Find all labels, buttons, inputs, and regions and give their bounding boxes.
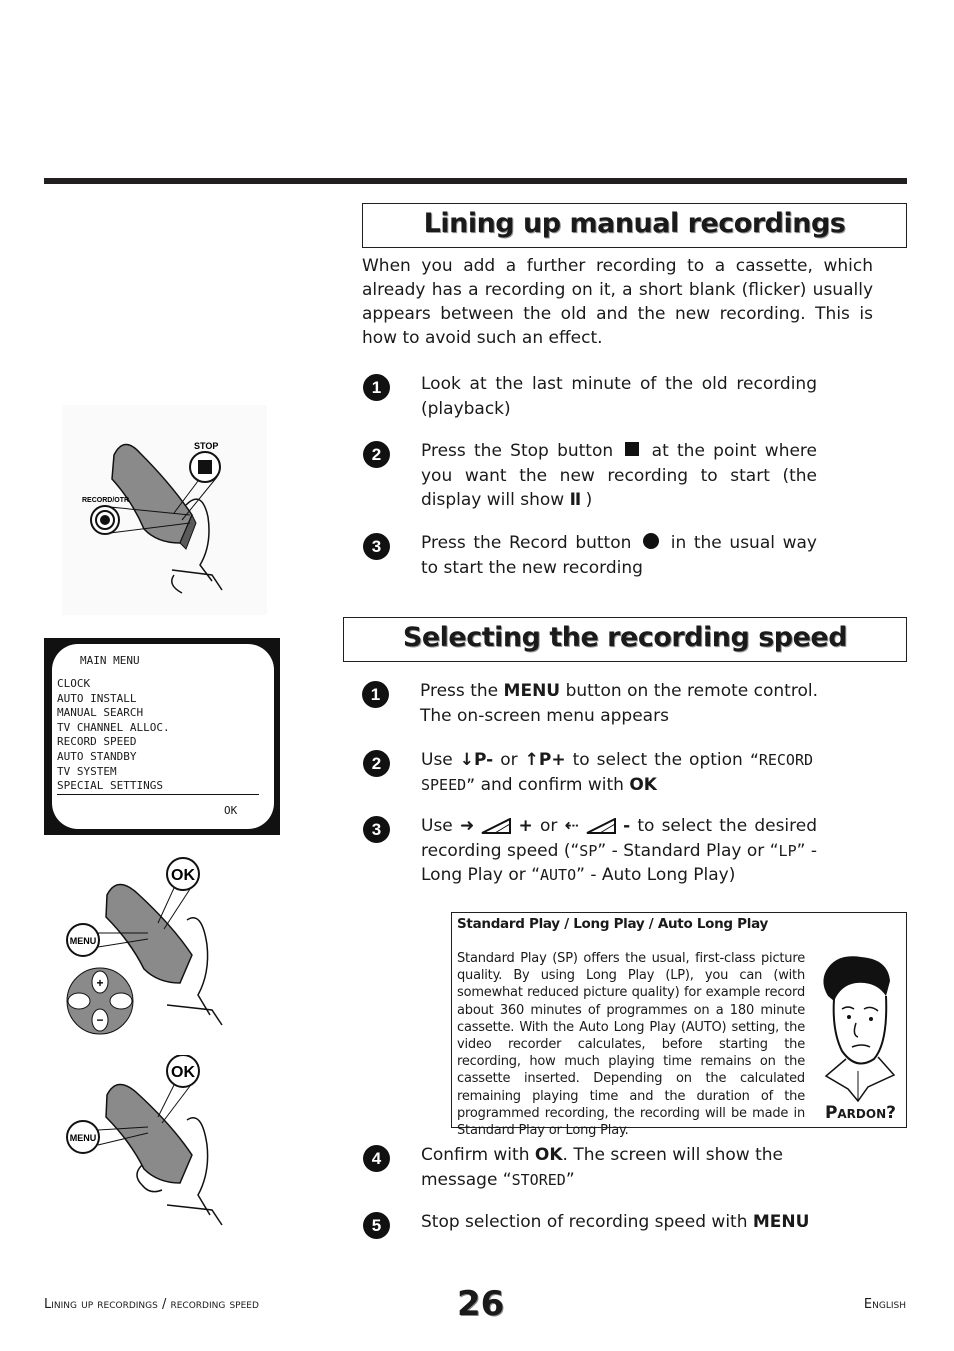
- info-box-heading: Standard Play / Long Play / Auto Long Pl…: [457, 916, 768, 932]
- footer-section-label: Lining up recordings / recording speed: [44, 1297, 259, 1312]
- ok-key-label: OK: [629, 774, 657, 795]
- plus-key-label: +: [518, 816, 533, 836]
- step-text-b: to select the option: [572, 750, 743, 770]
- menu-key-label: MENU: [503, 681, 561, 701]
- arrow-right-icon: ➜: [459, 816, 475, 836]
- remote-menu-ok-dpad-illustration: OK MENU + −: [66, 857, 223, 1035]
- menu-divider: [57, 794, 259, 795]
- step-text: Press the Stop button at the point where…: [421, 439, 817, 513]
- record-button-icon: [100, 515, 110, 525]
- menu-list: CLOCK AUTO INSTALL MANUAL SEARCH TV CHAN…: [57, 677, 170, 794]
- arrow-down-icon: ↓: [459, 750, 475, 770]
- arrow-left-icon: ⇠: [564, 816, 579, 836]
- step-1-2: 2 Press the Stop button at the point whe…: [363, 439, 818, 514]
- step-text: Confirm with OK. The screen will show th…: [421, 1143, 817, 1192]
- osd-lp: LP: [778, 841, 797, 860]
- step-2-1: 1 Press the MENU button on the remote co…: [362, 679, 818, 729]
- section-title-recording-speed: Selecting the recording speed: [343, 617, 907, 662]
- menu-item-tv-channel-alloc[interactable]: TV CHANNEL ALLOC.: [57, 721, 170, 736]
- record-callout-label: RECORD/OTR: [82, 497, 129, 504]
- step-text-c: ”: [565, 1169, 575, 1190]
- tv-screen: MAIN MENU CLOCK AUTO INSTALL MANUAL SEAR…: [52, 644, 274, 829]
- step-number-2: 2: [363, 750, 390, 777]
- p-plus-key-label: P+: [538, 750, 566, 770]
- menu-item-manual-search[interactable]: MANUAL SEARCH: [57, 706, 170, 721]
- step-text: Press the MENU button on the remote cont…: [420, 679, 818, 728]
- step-2-4: 4 Confirm with OK. The screen will show …: [363, 1143, 818, 1193]
- arrow-up-icon: ↑: [524, 750, 539, 770]
- step-number-5: 5: [363, 1212, 390, 1239]
- confused-man-icon: [823, 956, 896, 1103]
- osd-auto: AUTO: [540, 866, 577, 884]
- top-rule: [44, 178, 907, 184]
- info-box-body: Standard Play (SP) offers the usual, fir…: [457, 951, 805, 1139]
- step-2-5: 5 Stop selection of recording speed with…: [363, 1210, 818, 1240]
- step-text-e: ” - Auto Long Play): [576, 865, 736, 885]
- menu-item-auto-install[interactable]: AUTO INSTALL: [57, 692, 170, 707]
- step-text: Press the Record button in the usual way…: [421, 531, 817, 580]
- page-number: 26: [457, 1284, 505, 1324]
- step-text-c: ” - Standard Play or “: [597, 840, 779, 861]
- step-2-2: 2 Use ↓P- or ↑P+ to select the option “R…: [363, 748, 818, 798]
- step-text: Use ↓P- or ↑P+ to select the option “REC…: [421, 748, 813, 797]
- menu-item-auto-standby[interactable]: AUTO STANDBY: [57, 750, 170, 765]
- tv-main-menu: MAIN MENU CLOCK AUTO INSTALL MANUAL SEAR…: [44, 638, 280, 835]
- record-dot-icon: [643, 533, 660, 549]
- step-text-or: or: [539, 816, 558, 836]
- p-minus-key-label: P-: [474, 750, 494, 770]
- step-text-a: Use: [421, 816, 453, 836]
- stop-button-icon: [198, 460, 212, 474]
- minus-key-label: -: [623, 816, 631, 836]
- step-text-c: ): [585, 490, 593, 510]
- step-text-a: Confirm with: [421, 1145, 530, 1165]
- menu-item-record-speed[interactable]: RECORD SPEED: [57, 735, 170, 750]
- step-text-a: Press the: [420, 681, 499, 701]
- menu-item-clock[interactable]: CLOCK: [57, 677, 170, 692]
- menu-item-special-settings[interactable]: SPECIAL SETTINGS: [57, 779, 170, 794]
- remote-menu-ok-illustration: OK MENU: [66, 1055, 223, 1226]
- step-number-4: 4: [363, 1145, 390, 1172]
- menu-callout-label: MENU: [70, 936, 97, 946]
- step-number-1: 1: [362, 681, 389, 708]
- svg-text:−: −: [96, 1013, 103, 1027]
- step-text: Use ➜ + or ⇠ - to select the desired rec…: [421, 814, 817, 888]
- step-number-2: 2: [363, 441, 390, 468]
- menu-title: MAIN MENU: [80, 654, 140, 667]
- osd-sp: SP: [579, 841, 598, 860]
- step-text-a: Press the Record button: [421, 533, 632, 553]
- step-1-1: 1 Look at the last minute of the old rec…: [363, 372, 818, 422]
- menu-item-tv-system[interactable]: TV SYSTEM: [57, 765, 170, 780]
- stop-callout-label: STOP: [194, 441, 218, 451]
- step-text-c: and confirm with: [480, 774, 624, 795]
- step-text-a: Stop selection of recording speed with: [421, 1212, 748, 1232]
- ok-callout-label: OK: [171, 867, 195, 884]
- intro-paragraph: When you add a further recording to a ca…: [362, 256, 873, 348]
- stop-square-icon: [625, 442, 640, 456]
- step-number-3: 3: [363, 816, 390, 843]
- step-text-or: or: [500, 750, 518, 770]
- volume-wedge-icon: [586, 818, 616, 834]
- step-1-3: 3 Press the Record button in the usual w…: [363, 531, 818, 581]
- step-number-3: 3: [363, 533, 390, 560]
- section-title-lining-up: Lining up manual recordings: [362, 203, 907, 248]
- info-box: Standard Play / Long Play / Auto Long Pl…: [451, 912, 907, 1138]
- ok-key-label: OK: [534, 1145, 563, 1165]
- pardon-label: Pardon?: [824, 1103, 896, 1123]
- step-number-1: 1: [363, 374, 390, 401]
- step-2-3: 3 Use ➜ + or ⇠ - to select the desired r…: [363, 814, 818, 889]
- step-text-a: Use: [421, 750, 453, 770]
- remote-stop-record-illustration: STOP RECORD/OTR: [62, 405, 267, 615]
- footer-language: English: [863, 1297, 906, 1312]
- step-text: Stop selection of recording speed with M…: [421, 1210, 821, 1235]
- menu-key-label: MENU: [752, 1212, 810, 1232]
- svg-text:+: +: [96, 976, 103, 990]
- volume-wedge-icon: [481, 818, 512, 834]
- step-text-a: Press the Stop button: [421, 441, 614, 461]
- ok-callout-label: OK: [171, 1064, 195, 1081]
- step-text: Look at the last minute of the old recor…: [421, 374, 817, 419]
- pause-icon: II: [569, 490, 582, 510]
- osd-stored: STORED: [511, 1170, 566, 1189]
- menu-callout-label: MENU: [70, 1133, 97, 1143]
- menu-ok-hint: OK: [224, 804, 238, 817]
